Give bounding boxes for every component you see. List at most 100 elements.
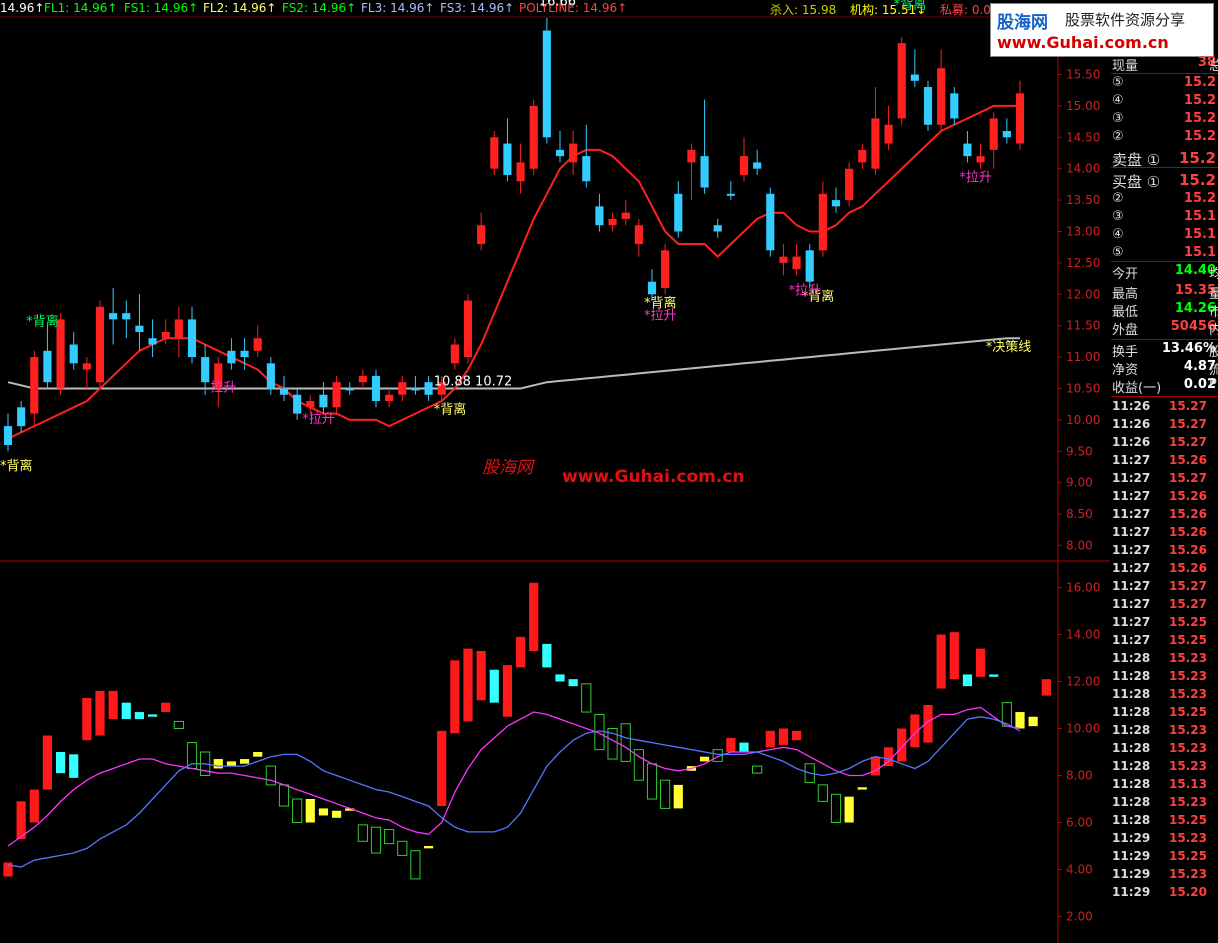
- chart-annotation: *决策线: [986, 339, 1032, 355]
- quote-row: 现量 38 总: [1111, 55, 1218, 74]
- tick-price: 15.27: [1169, 417, 1207, 431]
- sub-bar: [134, 712, 145, 720]
- sub-bar: [226, 761, 237, 767]
- quote-row: ③ 15.1: [1111, 209, 1218, 227]
- y-tick-label: 14.50: [1066, 130, 1100, 144]
- tick-price: 15.25: [1169, 615, 1207, 629]
- quote-row: 收益(一) 0.02 P: [1111, 377, 1218, 396]
- sub-bar: [857, 787, 867, 790]
- sub-y-tick-label: 12.00: [1066, 675, 1100, 689]
- quote-label: 最高: [1112, 287, 1139, 302]
- sub-bar: [673, 784, 683, 809]
- tick-row: 11:27 15.26: [1111, 543, 1218, 561]
- candle-body: [332, 382, 341, 408]
- tick-row: 11:27 15.26: [1111, 525, 1218, 543]
- sub-bar: [870, 756, 881, 776]
- sub-bar: [357, 824, 368, 842]
- sub-bar: [463, 648, 473, 722]
- quote-label: 换手: [1112, 345, 1139, 360]
- chart-annotation: *拉升: [789, 283, 822, 298]
- tick-row: 11:27 15.26: [1111, 561, 1218, 579]
- tick-time: 11:28: [1112, 759, 1151, 773]
- sub-bar: [515, 636, 526, 668]
- quote-row: 换手 13.46% 股: [1111, 341, 1218, 360]
- tick-time: 11:28: [1112, 795, 1151, 809]
- quote-value: 15.1: [1183, 209, 1216, 224]
- y-tick-label: 12.50: [1066, 256, 1100, 270]
- chart-annotation: *拉升: [644, 308, 677, 323]
- candle-body: [358, 375, 367, 383]
- candle-body: [884, 124, 893, 144]
- quote-row: 买盘 ① 15.2: [1111, 171, 1218, 191]
- quote-label: 今开: [1112, 267, 1139, 282]
- candle-body: [845, 168, 854, 201]
- candle-body: [753, 162, 762, 169]
- candle-body: [187, 319, 197, 358]
- sub-bar: [897, 728, 907, 762]
- sub-bar: [568, 679, 578, 687]
- sub-bar: [69, 754, 79, 778]
- quote-value: 13.46%: [1161, 341, 1216, 356]
- candle-body: [253, 338, 262, 351]
- tick-time: 11:29: [1112, 849, 1151, 863]
- candle-body: [831, 200, 841, 207]
- tick-time: 11:27: [1112, 615, 1151, 629]
- candle-body: [595, 206, 604, 226]
- tick-row: 11:27 15.26: [1111, 507, 1218, 525]
- tick-time: 11:27: [1112, 633, 1151, 647]
- tick-time: 11:29: [1112, 831, 1151, 845]
- sub-bar: [660, 779, 671, 809]
- sub-bar: [95, 690, 105, 736]
- tick-time: 11:28: [1112, 723, 1151, 737]
- sub-y-tick-label: 10.00: [1066, 722, 1100, 736]
- quote-ext: 总: [1209, 59, 1218, 74]
- sub-bar: [147, 714, 158, 717]
- tick-time: 11:29: [1112, 867, 1151, 881]
- y-tick-label: 11.00: [1066, 350, 1100, 364]
- tick-time: 11:26: [1112, 417, 1151, 431]
- tick-price: 15.27: [1169, 579, 1207, 593]
- candle-body: [161, 331, 170, 339]
- candle-body: [293, 394, 302, 414]
- quote-ext: 均: [1209, 267, 1218, 282]
- quote-row: 最低 14.26 市: [1111, 301, 1218, 320]
- sub-y-tick-label: 6.00: [1066, 816, 1093, 830]
- quote-row: 最高 15.35 量: [1111, 283, 1218, 302]
- tick-price: 15.26: [1169, 453, 1207, 467]
- tick-row: 11:26 15.27: [1111, 417, 1218, 435]
- candle-body: [1015, 93, 1025, 144]
- quote-value: 15.2: [1178, 171, 1216, 189]
- sub-bar: [173, 720, 184, 730]
- candle-body: [963, 143, 972, 157]
- candle-body: [148, 338, 157, 345]
- sub-bar: [410, 850, 421, 880]
- sub-line-blue: [7, 716, 1021, 868]
- sub-bar: [384, 829, 395, 845]
- candle-body: [56, 319, 65, 389]
- tick-price: 15.25: [1169, 633, 1207, 647]
- y-tick-label: 14.00: [1066, 162, 1100, 176]
- tick-row: 11:27 15.26: [1111, 453, 1218, 471]
- tick-row: 11:27 15.27: [1111, 579, 1218, 597]
- tick-price: 15.23: [1169, 669, 1207, 683]
- candle-body: [647, 281, 657, 295]
- candle-body: [608, 218, 617, 226]
- sub-bar: [239, 759, 250, 764]
- candle-body: [240, 350, 249, 358]
- quote-label: 外盘: [1112, 323, 1139, 338]
- tick-row: 11:28 15.23: [1111, 795, 1218, 813]
- candle-body: [109, 313, 118, 320]
- quote-label: ②: [1112, 191, 1124, 206]
- decision-line: [7, 337, 1020, 390]
- sub-bar: [529, 582, 539, 651]
- sub-y-tick-label: 16.00: [1066, 581, 1100, 595]
- sub-bar: [646, 763, 658, 800]
- tick-row: 11:26 15.27: [1111, 399, 1218, 417]
- quote-ext: 内: [1209, 323, 1218, 338]
- quote-label: ⑤: [1112, 75, 1124, 90]
- candle-body: [122, 313, 131, 320]
- tick-time: 11:28: [1112, 813, 1151, 827]
- quote-label: ⑤: [1112, 245, 1124, 260]
- panel-divider: [1111, 167, 1218, 168]
- panel-divider: [1111, 73, 1218, 74]
